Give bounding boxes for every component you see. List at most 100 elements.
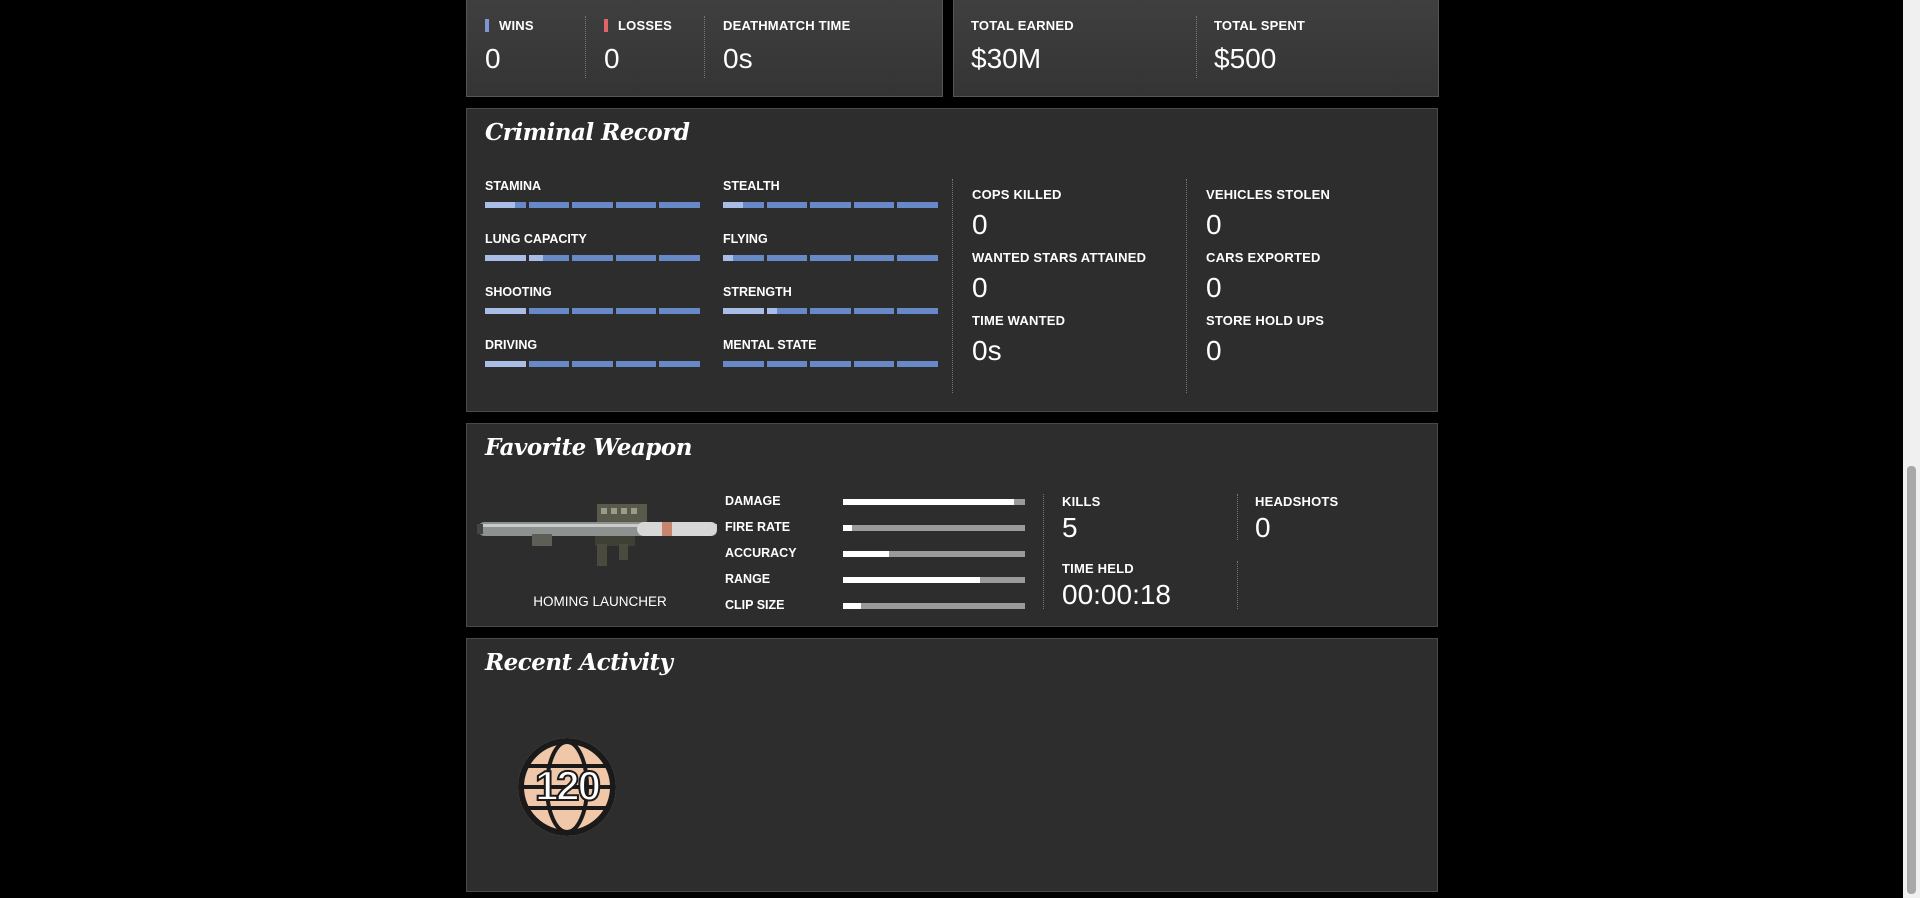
skill-bar-fill — [485, 308, 526, 314]
divider — [1186, 179, 1187, 393]
kills-label: KILLS — [1062, 494, 1101, 509]
skill-bar-segment — [528, 202, 570, 208]
skill-bar-segment — [853, 202, 895, 208]
skill-bar-segment — [897, 202, 938, 208]
skill-stamina: STAMINA — [485, 179, 700, 208]
skill-bar-fill — [723, 308, 764, 314]
rank-number: 120 — [534, 761, 602, 810]
divider — [704, 16, 705, 78]
skill-bar-segment — [615, 202, 657, 208]
skill-bar-segment — [659, 308, 700, 314]
deathmatch-time-label: DEATHMATCH TIME — [723, 18, 851, 33]
wanted-stars-stat: WANTED STARS ATTAINED 0 — [972, 250, 1146, 304]
divider — [1237, 561, 1238, 609]
skill-bar-segment — [723, 308, 764, 314]
skill-label: STEALTH — [723, 179, 780, 193]
skill-label: SHOOTING — [485, 285, 552, 299]
scrollbar-thumb[interactable] — [1907, 466, 1916, 894]
weapon-attr-bar — [843, 499, 1025, 505]
skill-bar-fill — [485, 202, 516, 208]
scrollbar-track[interactable] — [1903, 0, 1920, 898]
skill-bar-fill — [766, 308, 777, 314]
skill-bar-fill — [485, 361, 526, 367]
skill-bar-segment — [897, 361, 938, 367]
rocket-launcher-icon — [477, 504, 717, 566]
skill-bar-segment — [810, 308, 851, 314]
skill-bar-segment — [528, 255, 570, 261]
skill-bar-segment — [485, 255, 526, 261]
skill-mental-state: MENTAL STATE — [723, 338, 938, 367]
losses-value: 0 — [604, 43, 620, 74]
skill-bar-segment — [766, 308, 808, 314]
skill-bar — [723, 202, 938, 208]
weapon-attr-bar — [843, 577, 1025, 583]
skill-bar-segment — [810, 202, 851, 208]
skill-strength: STRENGTH — [723, 285, 938, 314]
wins-label: WINS — [499, 18, 534, 33]
skill-bar-fill — [723, 202, 744, 208]
time-held-label: TIME HELD — [1062, 561, 1134, 576]
criminal-record-panel: Criminal Record STAMINA STEALTH LUNG CAPAC… — [466, 108, 1438, 412]
time-held-value: 00:00:18 — [1062, 579, 1171, 610]
skill-bar-segment — [659, 202, 700, 208]
headshots-stat: HEADSHOTS 0 — [1255, 494, 1338, 544]
skill-bar-segment — [485, 361, 526, 367]
skill-bar-segment — [723, 255, 764, 261]
total-spent-stat: TOTAL SPENT $500 — [1214, 18, 1305, 75]
total-spent-label: TOTAL SPENT — [1214, 18, 1306, 33]
time-held-stat: TIME HELD 00:00:18 — [1062, 561, 1171, 611]
skill-bar-segment — [572, 308, 613, 314]
skill-bar-segment — [659, 361, 700, 367]
weapon-attr-fill — [843, 499, 1015, 505]
skill-bar-segment — [572, 202, 613, 208]
cops-killed-stat: COPS KILLED 0 — [972, 187, 1062, 241]
weapon-attr-fill — [843, 551, 889, 557]
skill-bar-segment — [853, 361, 895, 367]
store-holdups-stat: STORE HOLD UPS 0 — [1206, 313, 1324, 367]
weapon-name: HOMING LAUNCHER — [533, 594, 667, 609]
skill-bar-segment — [766, 255, 808, 261]
globe-rank-icon: 120 — [518, 738, 616, 836]
skill-bar-segment — [723, 361, 764, 367]
time-wanted-stat: TIME WANTED 0s — [972, 313, 1065, 367]
skill-stealth: STEALTH — [723, 179, 938, 208]
skill-bar — [485, 202, 700, 208]
skill-driving: DRIVING — [485, 338, 700, 367]
time-wanted-value: 0s — [972, 335, 1002, 366]
skill-bar — [485, 308, 700, 314]
skill-label: DRIVING — [485, 338, 538, 352]
store-holdups-value: 0 — [1206, 335, 1222, 366]
skill-bar-segment — [766, 202, 808, 208]
skill-bar-segment — [853, 255, 895, 261]
headshots-label: HEADSHOTS — [1255, 494, 1339, 509]
skill-label: STRENGTH — [723, 285, 792, 299]
cops-killed-value: 0 — [972, 209, 988, 240]
skill-label: FLYING — [723, 232, 768, 246]
skill-bar-segment — [528, 361, 570, 367]
time-wanted-label: TIME WANTED — [972, 313, 1066, 328]
wins-swatch — [485, 19, 489, 32]
recent-activity-title: Recent Activity — [485, 649, 673, 676]
weapon-attr-fill — [843, 577, 980, 583]
divider — [1043, 494, 1044, 609]
weapon-attr-bar — [843, 525, 1025, 531]
recent-activity-panel: Recent Activity 120 — [466, 638, 1438, 892]
skill-bar — [485, 255, 700, 261]
weapon-attr-range: RANGE — [725, 572, 771, 586]
deathmatch-time-value: 0s — [723, 43, 753, 74]
skill-shooting: SHOOTING — [485, 285, 700, 314]
wins-value: 0 — [485, 43, 501, 74]
skill-bar — [723, 255, 938, 261]
losses-label: LOSSES — [618, 18, 672, 33]
skill-bar-segment — [810, 255, 851, 261]
total-earned-label: TOTAL EARNED — [971, 18, 1074, 33]
skill-bar-segment — [572, 255, 613, 261]
skill-lung-capacity: LUNG CAPACITY — [485, 232, 700, 261]
weapon-attr-clip-size: CLIP SIZE — [725, 598, 785, 612]
skill-bar-segment — [897, 308, 938, 314]
vehicles-stolen-label: VEHICLES STOLEN — [1206, 187, 1331, 202]
skill-flying: FLYING — [723, 232, 938, 261]
skill-bar-segment — [615, 308, 657, 314]
vehicles-stolen-value: 0 — [1206, 209, 1222, 240]
store-holdups-label: STORE HOLD UPS — [1206, 313, 1325, 328]
